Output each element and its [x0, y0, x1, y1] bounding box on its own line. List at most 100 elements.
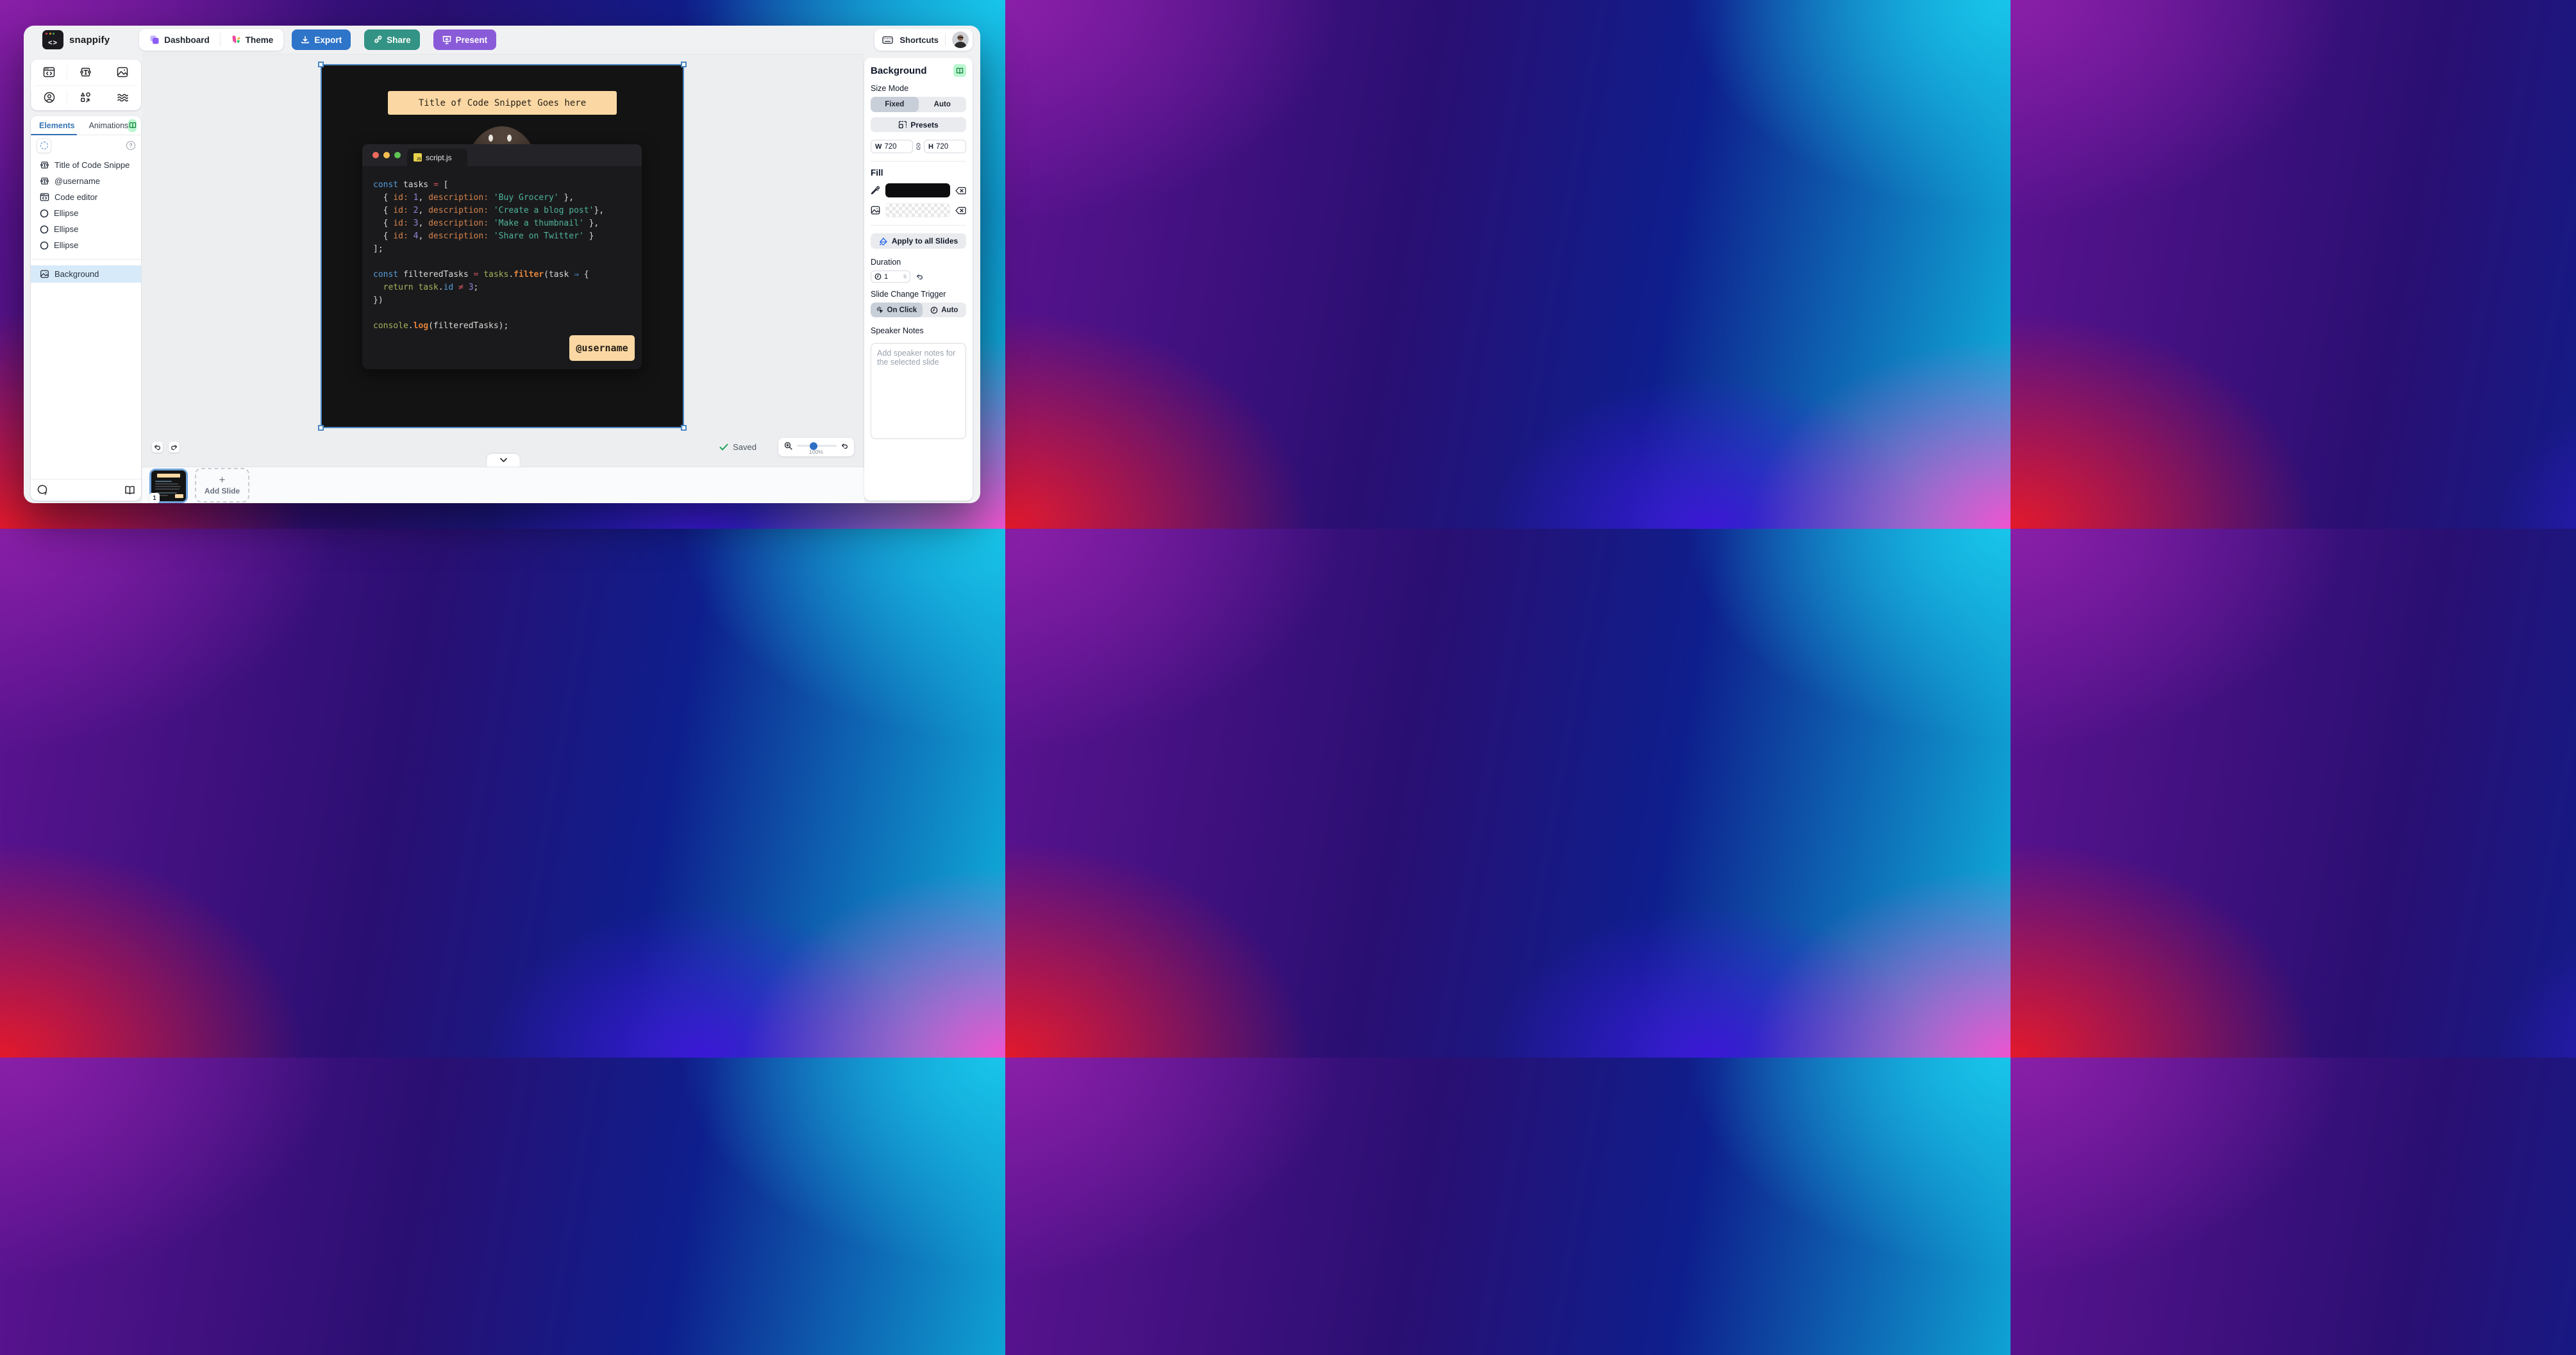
canvas[interactable]: Title of Code Snippet Goes here — [142, 54, 864, 467]
share-button[interactable]: Share — [364, 29, 420, 50]
header-divider — [945, 33, 946, 46]
elements-toolbar: ? — [31, 135, 141, 156]
add-text-button[interactable] — [67, 60, 104, 85]
layer-item-ellipse-2[interactable]: Ellipse — [31, 221, 141, 237]
width-field[interactable]: W — [871, 140, 913, 153]
image-icon[interactable] — [871, 206, 880, 215]
duration-reset-button[interactable] — [916, 274, 923, 280]
divider — [871, 161, 966, 162]
username-badge[interactable]: @username — [569, 335, 635, 361]
fill-image-swatch[interactable] — [885, 203, 950, 217]
layer-item-username[interactable]: @username — [31, 173, 141, 189]
trigger-on-click[interactable]: On Click — [871, 303, 923, 317]
header-nav: Dashboard Theme — [139, 29, 283, 51]
feedback-chat-icon[interactable] — [37, 485, 48, 495]
waves-icon — [117, 92, 129, 103]
zoom-reset-icon[interactable] — [841, 443, 848, 449]
clear-image-icon[interactable] — [955, 206, 966, 215]
trigger-auto[interactable]: Auto — [923, 303, 966, 317]
code-editor-window[interactable]: script.js const tasks = [ { id: 1, descr… — [362, 144, 642, 369]
selection-handle-top-right[interactable] — [681, 62, 687, 67]
sidebar-footer — [31, 479, 141, 501]
size-mode-fixed[interactable]: Fixed — [871, 97, 919, 112]
nav-theme[interactable]: Theme — [221, 29, 284, 51]
layer-item-code-editor[interactable]: Code editor — [31, 189, 141, 205]
layer-item-background[interactable]: Background — [31, 265, 141, 283]
cursor-click-icon — [876, 306, 884, 314]
traffic-lights-icon — [372, 152, 401, 158]
help-icon[interactable]: ? — [126, 141, 135, 150]
javascript-icon — [414, 153, 422, 162]
ellipse-icon — [40, 241, 49, 250]
app-window: <> snappify Dashboard Theme Export Share — [24, 26, 980, 503]
selection-handle-bottom-left[interactable] — [318, 425, 324, 431]
mascot-eye-right — [507, 135, 512, 142]
text-element-icon — [79, 67, 92, 78]
undo-button[interactable] — [152, 442, 163, 453]
image-icon — [40, 270, 49, 278]
presets-button[interactable]: Presets — [871, 117, 966, 132]
shortcuts-button[interactable]: Shortcuts — [899, 35, 939, 45]
header-right: Shortcuts — [874, 29, 973, 51]
plus-icon: + — [219, 476, 226, 485]
tab-animations[interactable]: Animations — [89, 121, 129, 130]
clock-icon — [874, 273, 882, 280]
export-button[interactable]: Export — [292, 29, 351, 50]
add-slide-button[interactable]: + Add Slide — [195, 468, 249, 503]
present-button[interactable]: Present — [433, 29, 497, 50]
selection-handle-bottom-right[interactable] — [681, 425, 687, 431]
trigger-label: Slide Change Trigger — [871, 290, 966, 299]
height-input[interactable] — [936, 143, 962, 151]
height-field[interactable]: H — [924, 140, 966, 153]
undo-icon — [154, 444, 161, 451]
layer-item-title[interactable]: Title of Code Snippe — [31, 157, 141, 173]
add-code-editor-button[interactable] — [31, 60, 67, 85]
size-mode-auto[interactable]: Auto — [919, 97, 967, 112]
user-avatar[interactable] — [952, 31, 969, 48]
zoom-control: 100% — [778, 438, 854, 456]
elements-docs-button[interactable] — [128, 119, 137, 132]
redo-button[interactable] — [169, 442, 180, 453]
duration-input[interactable] — [884, 273, 897, 281]
link-icon — [373, 35, 382, 44]
tab-elements[interactable]: Elements — [31, 121, 75, 130]
docs-book-icon[interactable] — [124, 485, 135, 495]
save-status: Saved — [719, 442, 757, 452]
background-docs-button[interactable] — [953, 64, 966, 77]
nav-dashboard[interactable]: Dashboard — [139, 29, 220, 51]
panel-title: Background — [871, 65, 927, 76]
fill-color-swatch[interactable] — [885, 183, 950, 197]
add-pattern-button[interactable] — [105, 85, 141, 111]
layer-item-ellipse-3[interactable]: Ellipse — [31, 237, 141, 253]
slides-strip: 1 + Add Slide — [142, 467, 864, 503]
speaker-notes-input[interactable] — [871, 343, 966, 439]
slide[interactable]: Title of Code Snippet Goes here — [322, 65, 683, 427]
eyedropper-icon[interactable] — [871, 186, 880, 195]
apply-to-all-slides-button[interactable]: Apply to all Slides — [871, 233, 966, 249]
add-image-button[interactable] — [105, 60, 141, 85]
text-element-icon — [40, 161, 49, 169]
file-tab[interactable]: script.js — [407, 149, 467, 166]
duration-label: Duration — [871, 258, 966, 267]
code-content: const tasks = [ { id: 1, description: 'B… — [362, 166, 642, 333]
redo-icon — [171, 444, 178, 451]
user-circle-icon — [44, 92, 55, 103]
image-icon — [117, 67, 128, 78]
add-avatar-button[interactable] — [31, 85, 67, 111]
width-input[interactable] — [884, 143, 908, 151]
add-shape-button[interactable] — [67, 85, 104, 111]
layer-item-ellipse-1[interactable]: Ellipse — [31, 205, 141, 221]
download-icon — [301, 35, 310, 44]
zoom-slider[interactable] — [797, 445, 837, 447]
collapse-slides-button[interactable] — [487, 454, 520, 467]
duration-field[interactable]: s — [871, 270, 910, 283]
element-toolbox — [31, 60, 141, 110]
clock-icon — [930, 306, 938, 314]
link-dimensions-icon[interactable] — [916, 142, 921, 151]
slide-thumbnail-1[interactable]: 1 — [149, 469, 188, 503]
title-banner[interactable]: Title of Code Snippet Goes here — [388, 91, 617, 115]
keyboard-icon — [882, 36, 893, 44]
clear-color-icon[interactable] — [955, 187, 966, 195]
selection-handle-top-left[interactable] — [318, 62, 324, 67]
selection-tool-button[interactable] — [37, 138, 51, 153]
